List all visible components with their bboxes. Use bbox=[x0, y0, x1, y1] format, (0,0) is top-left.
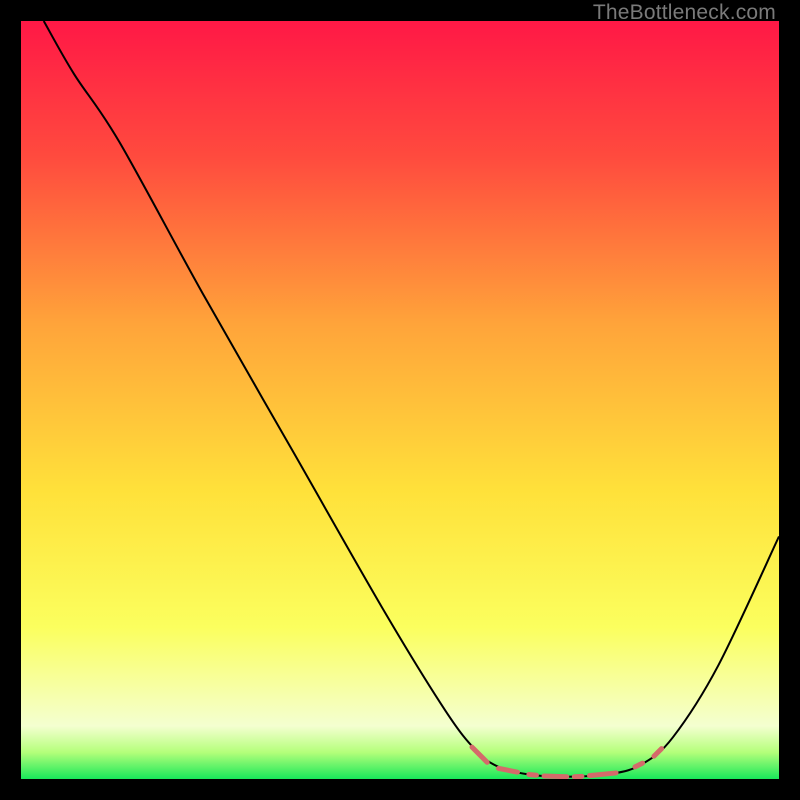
gradient-background bbox=[21, 21, 779, 779]
chart-frame bbox=[21, 21, 779, 779]
dash-segment bbox=[635, 763, 643, 767]
dash-segment bbox=[590, 773, 617, 776]
dash-segment bbox=[544, 776, 567, 777]
dash-segment bbox=[529, 774, 537, 775]
bottleneck-chart bbox=[21, 21, 779, 779]
watermark-text: TheBottleneck.com bbox=[593, 1, 776, 25]
